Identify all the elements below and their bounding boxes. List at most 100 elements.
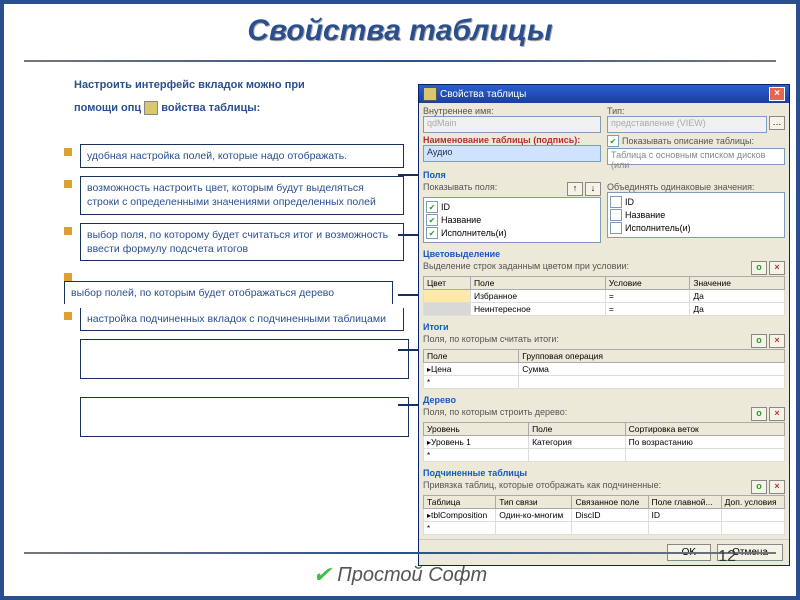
table-row: ▸Уровень 1КатегорияПо возрастанию [424,436,785,449]
bullet-box: выбор полей, по которым будет отображать… [64,281,393,304]
input-description[interactable]: Таблица с основным списком дисков (или [607,148,785,165]
th: Поле [471,277,606,290]
th: Групповая операция [519,350,785,363]
dialog-table-properties: Свойства таблицы × Внутреннее имя: qdMai… [418,84,790,566]
label-caption: Наименование таблицы (подпись): [423,135,601,145]
label-sub-sub: Привязка таблиц, которые отображать как … [423,480,661,495]
input-type: представление (VIEW) [607,116,767,133]
table-row: * [424,449,785,462]
checkbox-showdesc[interactable]: ✔ [607,135,619,147]
empty-box [80,339,409,379]
remove-button[interactable]: × [769,261,785,275]
remove-button[interactable]: × [769,334,785,348]
window-icon [423,87,437,101]
arrow [398,234,420,236]
label-show-fields: Показывать поля: [423,182,497,197]
label-showdesc: Показывать описание таблицы: [622,136,754,146]
slide-title: Свойства таблицы [4,14,796,48]
label-inner-name: Внутреннее имя: [423,106,601,116]
list-item: Исполнитель(и) [625,223,691,233]
section-subtables: Подчиненные таблицы [419,466,789,478]
checkbox[interactable] [610,209,622,221]
checkbox[interactable] [610,222,622,234]
bullet-box: настройка подчиненных вкладок с подчинен… [80,308,404,331]
list-item: Название [441,215,481,225]
th: Цвет [424,277,471,290]
input-caption[interactable]: Аудио [423,145,601,162]
fields-left-list[interactable]: ✔ID ✔Название ✔Исполнитель(и) [423,197,601,243]
colors-table[interactable]: ЦветПолеУсловиеЗначение Избранное=Да Неи… [423,276,785,316]
bullet-box: выбор поля, по которому будет считаться … [80,223,404,261]
table-row: Избранное=Да [424,290,785,303]
table-row: Неинтересное=Да [424,303,785,316]
th: Поле главной... [648,496,721,509]
section-fields: Поля [419,168,789,180]
table-row: * [424,522,785,535]
movedown-button[interactable]: ↓ [585,182,601,196]
section-colors: Цветовыделение [419,247,789,259]
bullet-icon [64,180,72,188]
bullet-box: удобная настройка полей, которые надо от… [80,144,404,168]
add-button[interactable]: o [751,334,767,348]
bullet-list: удобная настройка полей, которые надо от… [64,144,404,437]
th: Значение [690,277,785,290]
brand: ✔ Простой Софт [313,562,487,588]
checkbox[interactable]: ✔ [426,201,438,213]
th: Доп. условия [721,496,784,509]
list-item: Исполнитель(и) [441,228,507,238]
bullet-icon [64,273,72,281]
fields-right-list[interactable]: ID Название Исполнитель(и) [607,192,785,238]
add-button[interactable]: o [751,407,767,421]
arrow [398,294,420,296]
label-tree-sub: Поля, по которым строить дерево: [423,407,567,422]
list-item: ID [441,202,450,212]
close-icon[interactable]: × [769,87,785,101]
dialog-titlebar: Свойства таблицы × [419,85,789,103]
th: Тип связи [496,496,572,509]
add-button[interactable]: o [751,480,767,494]
checkbox[interactable]: ✔ [426,214,438,226]
checkmark-icon: ✔ [313,562,331,588]
bullet-icon [64,312,72,320]
slide: Свойства таблицы Настроить интерфейс вкл… [0,0,800,600]
moveup-button[interactable]: ↑ [567,182,583,196]
list-item: Название [625,210,665,220]
tree-table[interactable]: УровеньПолеСортировка веток ▸Уровень 1Ка… [423,422,785,462]
checkbox[interactable]: ✔ [426,227,438,239]
intro-text: Настроить интерфейс вкладок можно при по… [74,79,394,115]
section-totals: Итоги [419,320,789,332]
divider-top [24,60,776,62]
remove-button[interactable]: × [769,480,785,494]
table-row: ▸tblCompositionОдин-ко-многимDiscIDID [424,509,785,522]
intro-line1: Настроить интерфейс вкладок можно при [74,79,394,91]
type-browse-button[interactable]: … [769,116,785,130]
intro-line2a: помощи опц [74,102,141,114]
bullet-icon [64,227,72,235]
remove-button[interactable]: × [769,407,785,421]
th: Связанное поле [572,496,648,509]
table-properties-icon [144,101,158,115]
input-inner-name: qdMain [423,116,601,133]
add-button[interactable]: o [751,261,767,275]
th: Таблица [424,496,496,509]
th: Поле [424,350,519,363]
arrow [398,174,420,176]
label-totals-sub: Поля, по которым считать итоги: [423,334,559,349]
label-merge-fields: Объединять одинаковые значения: [607,182,785,192]
section-tree: Дерево [419,393,789,405]
arrow [398,349,420,351]
subtables-table[interactable]: ТаблицаТип связиСвязанное полеПоле главн… [423,495,785,535]
th: Сортировка веток [625,423,784,436]
th: Уровень [424,423,529,436]
checkbox[interactable] [610,196,622,208]
arrow [398,404,420,406]
totals-table[interactable]: ПолеГрупповая операция ▸ЦенаСумма * [423,349,785,389]
table-row: * [424,376,785,389]
footer: ✔ Простой Софт [4,554,796,596]
list-item: ID [625,197,634,207]
dialog-title-text: Свойства таблицы [440,89,526,100]
brand-text: Простой Софт [337,564,487,587]
bullet-box: возможность настроить цвет, которым буду… [80,176,404,214]
table-row: ▸ЦенаСумма [424,363,785,376]
intro-line2b: войства таблицы: [161,102,260,114]
